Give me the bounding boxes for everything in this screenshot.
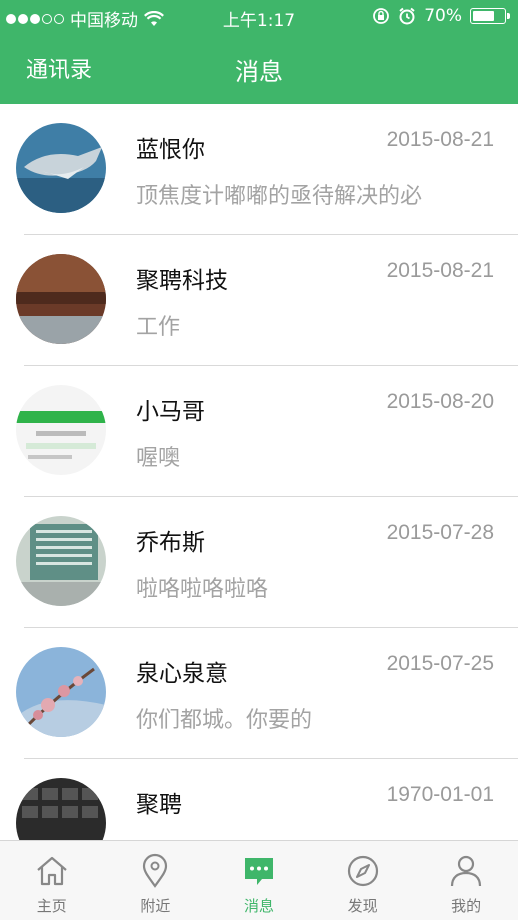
message-date: 2015-08-21 [386, 128, 494, 151]
message-preview: 工作 [136, 315, 181, 340]
battery-icon [470, 8, 510, 24]
message-date: 2015-07-28 [386, 521, 494, 544]
tab-label: 发现 [347, 897, 378, 915]
rotation-lock-icon [373, 8, 390, 24]
message-preview: 顶焦度计嘟嘟的亟待解决的必 [136, 184, 423, 209]
tab-home[interactable]: 主页 [0, 841, 104, 920]
tab-label: 消息 [243, 897, 274, 915]
list-item[interactable]: 乔布斯 2015-07-28 啦咯啦咯啦咯 [0, 497, 518, 628]
person-icon [451, 855, 482, 887]
contact-name: 泉心泉意 [136, 661, 228, 687]
list-item[interactable]: 蓝恨你 2015-08-21 顶焦度计嘟嘟的亟待解决的必 [0, 104, 518, 235]
tab-label: 附近 [140, 897, 171, 915]
tab-messages[interactable]: 消息 [207, 841, 311, 920]
list-item[interactable]: 聚聘科技 2015-08-21 工作 [0, 235, 518, 366]
alarm-clock-icon [399, 7, 415, 25]
avatar [16, 123, 106, 213]
tab-bar: 主页 附近 消息 发现 我的 [0, 840, 518, 920]
avatar [16, 647, 106, 737]
message-preview: 啦咯啦咯啦咯 [136, 577, 269, 602]
avatar [16, 385, 106, 475]
contact-name: 乔布斯 [136, 530, 205, 556]
message-list[interactable]: 蓝恨你 2015-08-21 顶焦度计嘟嘟的亟待解决的必 聚聘科技 2015-0… [0, 104, 518, 840]
battery-percent: 70% [424, 6, 462, 26]
list-item[interactable]: 聚聘 1970-01-01 [0, 759, 518, 840]
tab-nearby[interactable]: 附近 [104, 841, 208, 920]
message-date: 2015-07-25 [386, 652, 494, 675]
message-date: 2015-08-21 [386, 259, 494, 282]
tab-label: 主页 [36, 897, 67, 915]
avatar [16, 254, 106, 344]
contact-name: 聚聘 [136, 792, 182, 818]
compass-icon [347, 855, 378, 887]
home-icon [37, 856, 67, 886]
message-date: 1970-01-01 [386, 783, 494, 806]
list-item[interactable]: 泉心泉意 2015-07-25 你们都城。你要的 [0, 628, 518, 759]
list-item[interactable]: 小马哥 2015-08-20 喔噢 [0, 366, 518, 497]
tab-discover[interactable]: 发现 [311, 841, 415, 920]
contact-name: 小马哥 [136, 399, 205, 425]
chat-bubble-icon [244, 858, 273, 885]
avatar [16, 516, 106, 606]
status-bar: 中国移动 上午1:17 70% [0, 0, 518, 34]
contact-name: 聚聘科技 [136, 268, 228, 294]
page-title: 消息 [235, 58, 283, 86]
message-date: 2015-08-20 [386, 390, 494, 413]
tab-profile[interactable]: 我的 [414, 841, 518, 920]
location-pin-icon [143, 853, 168, 888]
top-header: 中国移动 上午1:17 70% 通讯录 消息 [0, 0, 518, 104]
avatar [16, 778, 106, 840]
message-preview: 你们都城。你要的 [136, 708, 313, 733]
tab-label: 我的 [451, 897, 482, 915]
contact-name: 蓝恨你 [136, 137, 205, 163]
message-preview: 喔噢 [136, 446, 181, 471]
